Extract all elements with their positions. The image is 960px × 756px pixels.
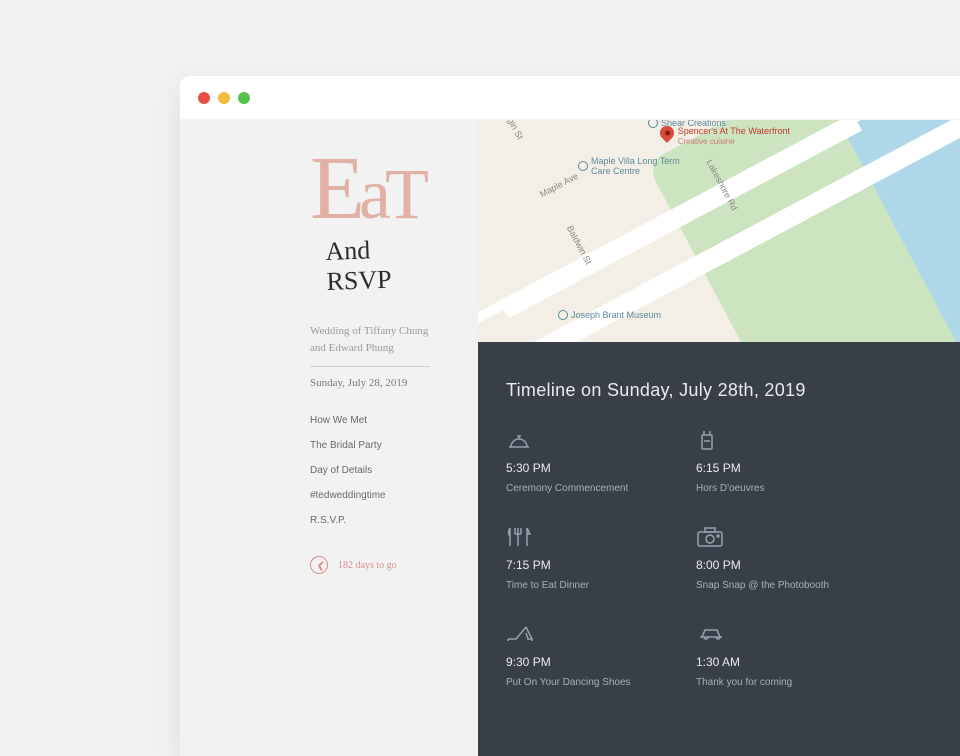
sidebar-nav: How We Met The Bridal Party Day of Detai… [310, 415, 438, 526]
pin-icon [648, 120, 658, 128]
wedding-subtitle: Wedding of Tiffany Chung and Edward Phun… [310, 323, 430, 367]
timeline-event: 5:30 PM Ceremony Commencement [506, 429, 686, 494]
event-time: 5:30 PM [506, 461, 686, 475]
wedding-of-line1: Wedding of Tiffany Chung [310, 323, 430, 340]
timeline-title: Timeline on Sunday, July 28th, 2019 [506, 380, 960, 401]
logo-script: And RSVP [325, 233, 439, 297]
event-label: Thank you for coming [696, 677, 876, 688]
window-minimize-button[interactable] [218, 92, 230, 104]
nav-day-of-details[interactable]: Day of Details [310, 465, 438, 476]
timeline-panel: Timeline on Sunday, July 28th, 2019 5:30… [478, 342, 960, 756]
timeline-event: 6:15 PM Hors D'oeuvres [696, 429, 876, 494]
logo: EaT And RSVP [310, 148, 438, 313]
nav-rsvp[interactable]: R.S.V.P. [310, 515, 438, 526]
event-label: Hors D'oeuvres [696, 483, 876, 494]
poi-label: Maple Villa Long Term Care Centre [591, 156, 681, 176]
event-time: 7:15 PM [506, 558, 686, 572]
countdown-text: 182 days to go [338, 560, 397, 571]
wedding-of-line2: and Edward Phung [310, 340, 430, 357]
map-pin-icon [657, 123, 677, 143]
sidebar: EaT And RSVP Wedding of Tiffany Chung an… [180, 120, 478, 756]
venue-sub: Creative cuisine [678, 137, 790, 147]
wedding-date: Sunday, July 28, 2019 [310, 377, 438, 389]
timeline-event: 1:30 AM Thank you for coming [696, 623, 876, 688]
drink-icon [696, 429, 876, 453]
timeline-event: 7:15 PM Time to Eat Dinner [506, 526, 686, 591]
clock-icon [310, 556, 328, 574]
timeline-grid: 5:30 PM Ceremony Commencement 6:15 PM Ho… [506, 429, 960, 688]
dome-icon [506, 429, 686, 453]
poi-maple-villa[interactable]: Maple Villa Long Term Care Centre [578, 156, 681, 176]
road-label-elgin: Elgin St [502, 120, 525, 141]
venue-marker[interactable]: Spencer's At The Waterfront Creative cui… [660, 126, 790, 146]
venue-name: Spencer's At The Waterfront [678, 126, 790, 137]
event-time: 1:30 AM [696, 655, 876, 669]
shoe-icon [506, 623, 686, 647]
timeline-event: 8:00 PM Snap Snap @ the Photobooth [696, 526, 876, 591]
countdown: 182 days to go [310, 556, 438, 574]
utensils-icon [506, 526, 686, 550]
camera-icon [696, 526, 876, 550]
poi-joseph-brant[interactable]: Joseph Brant Museum [558, 310, 661, 320]
event-label: Snap Snap @ the Photobooth [696, 580, 876, 591]
event-label: Put On Your Dancing Shoes [506, 677, 686, 688]
main-content: Lakeshore Rd Maple Ave Elgin St Baldwin … [478, 120, 960, 756]
pin-icon [558, 310, 568, 320]
nav-bridal-party[interactable]: The Bridal Party [310, 440, 438, 451]
timeline-event: 9:30 PM Put On Your Dancing Shoes [506, 623, 686, 688]
nav-how-we-met[interactable]: How We Met [310, 415, 438, 426]
event-time: 6:15 PM [696, 461, 876, 475]
event-label: Time to Eat Dinner [506, 580, 686, 591]
logo-main: EaT [310, 148, 438, 229]
event-time: 8:00 PM [696, 558, 876, 572]
venue-map[interactable]: Lakeshore Rd Maple Ave Elgin St Baldwin … [478, 120, 960, 342]
poi-label: Joseph Brant Museum [571, 310, 661, 320]
page-content: EaT And RSVP Wedding of Tiffany Chung an… [180, 120, 960, 756]
car-icon [696, 623, 876, 647]
event-time: 9:30 PM [506, 655, 686, 669]
nav-hashtag[interactable]: #tedweddingtime [310, 490, 438, 501]
event-label: Ceremony Commencement [506, 483, 686, 494]
road-label-maple: Maple Ave [538, 171, 580, 199]
window-titlebar [180, 76, 960, 120]
window-close-button[interactable] [198, 92, 210, 104]
pin-icon [578, 161, 588, 171]
browser-window: EaT And RSVP Wedding of Tiffany Chung an… [180, 76, 960, 756]
window-zoom-button[interactable] [238, 92, 250, 104]
